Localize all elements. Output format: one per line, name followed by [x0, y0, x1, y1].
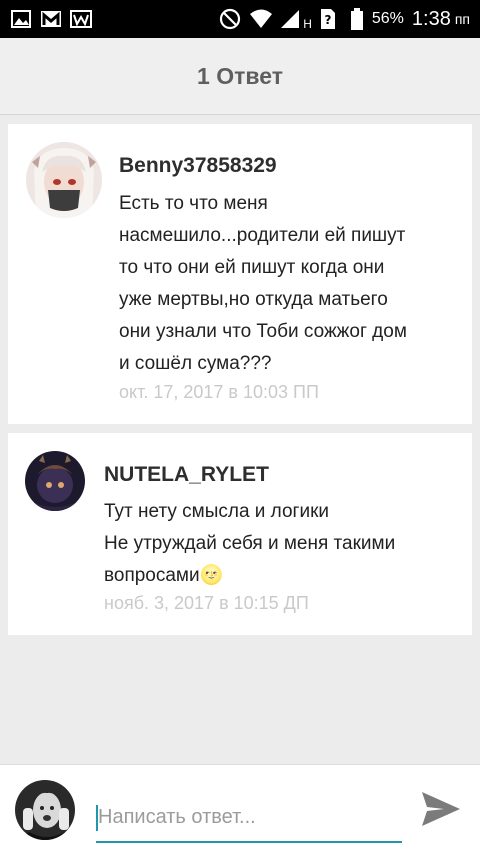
- comment-card: Benny37858329 Есть то что меня насмешило…: [8, 124, 472, 424]
- avatar[interactable]: [25, 451, 85, 511]
- comment-date: окт. 17, 2017 в 10:03 ПП: [119, 382, 319, 402]
- sim-unknown-icon: ?: [320, 8, 342, 30]
- reply-input[interactable]: [96, 793, 402, 843]
- send-icon: [422, 792, 460, 826]
- comment-line: то что они ей пишут когда они: [119, 257, 385, 278]
- avatar[interactable]: [15, 780, 75, 840]
- comment-line-with-emoji: вопросами🌝: [104, 560, 395, 592]
- comment-line: уже мертвы,но откуда матьего: [119, 289, 388, 310]
- comment-line: Тут нету смысла и логики: [104, 501, 330, 522]
- wordpress-icon: [70, 8, 92, 30]
- reply-bar: [0, 764, 480, 855]
- clock: 1:38: [411, 7, 451, 30]
- comment-line: Есть то что меня: [119, 193, 268, 214]
- battery-percent: 56%: [371, 10, 404, 27]
- comment-username[interactable]: Benny37858329: [119, 154, 277, 178]
- status-bar: H ? 56% 1:38 пп: [0, 0, 480, 38]
- svg-text:?: ?: [324, 13, 331, 27]
- signal-icon: [279, 8, 301, 30]
- avatar[interactable]: [26, 142, 102, 218]
- network-type: H: [303, 17, 312, 31]
- wifi-icon: [249, 8, 273, 30]
- comment-text: Тут нету смысла и логики Не утруждай себ…: [104, 496, 395, 592]
- comment-line: Не утруждай себя и меня такими: [104, 533, 396, 554]
- do-not-disturb-icon: [219, 8, 241, 30]
- mail-icon: [40, 8, 62, 30]
- comment-username[interactable]: NUTELA_RYLET: [104, 463, 269, 487]
- header: 1 Ответ: [0, 38, 480, 115]
- battery-icon: [350, 8, 364, 30]
- gallery-icon: [10, 8, 32, 30]
- comment-line: вопросами: [104, 565, 200, 586]
- page-title: 1 Ответ: [197, 62, 283, 89]
- comment-date: нояб. 3, 2017 в 10:15 ДП: [104, 593, 309, 613]
- comment-line: насмешило...родители ей пишут: [119, 225, 406, 246]
- text-cursor: [96, 805, 98, 831]
- clock-ampm: пп: [454, 11, 470, 27]
- comment-line: и сошёл сума???: [119, 353, 272, 374]
- comment-card: NUTELA_RYLET Тут нету смысла и логики Не…: [8, 433, 472, 635]
- comment-text: Есть то что меня насмешило...родители ей…: [119, 188, 407, 380]
- send-button[interactable]: [418, 786, 464, 832]
- emoji-full-moon-face: 🌝: [199, 565, 224, 586]
- comment-line: они узнали что Тоби сожжог дом: [119, 321, 407, 342]
